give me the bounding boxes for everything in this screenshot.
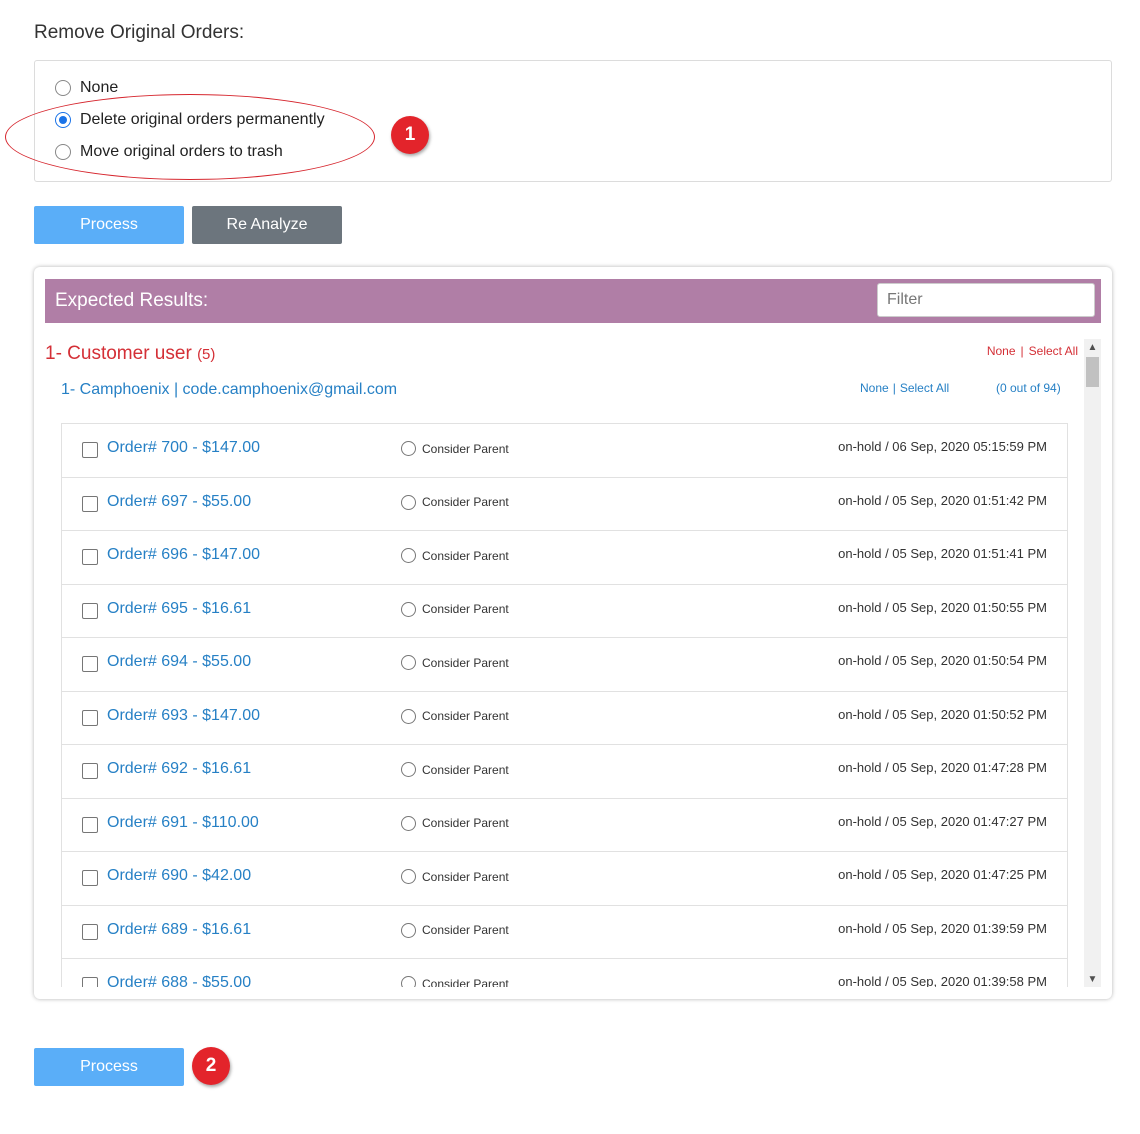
scroll-down-icon[interactable]: ▼ <box>1084 971 1101 987</box>
section-title: Remove Original Orders: <box>34 22 245 43</box>
filter-input[interactable] <box>877 283 1095 317</box>
scroll-up-icon[interactable]: ▲ <box>1084 339 1101 355</box>
radio-none[interactable] <box>55 80 71 96</box>
reanalyze-button[interactable]: Re Analyze <box>192 206 342 244</box>
option-label: None <box>80 79 119 96</box>
annotation-badge-1: 1 <box>391 116 429 154</box>
process-button-bottom[interactable]: Process <box>34 1048 184 1086</box>
annotation-badge-2: 2 <box>192 1047 230 1085</box>
option-none[interactable]: None <box>55 79 118 97</box>
vertical-scrollbar[interactable]: ▲ ▼ <box>1084 339 1101 987</box>
results-title: Expected Results: <box>55 290 209 311</box>
scrollbar-thumb[interactable] <box>1086 357 1099 387</box>
process-button-top[interactable]: Process <box>34 206 184 244</box>
results-card: Expected Results: 1- Customer user (5) N… <box>34 267 1112 999</box>
highlight-ellipse <box>5 94 375 180</box>
results-header: Expected Results: <box>45 279 1101 323</box>
scroll-area: ▲ ▼ <box>34 339 1112 987</box>
